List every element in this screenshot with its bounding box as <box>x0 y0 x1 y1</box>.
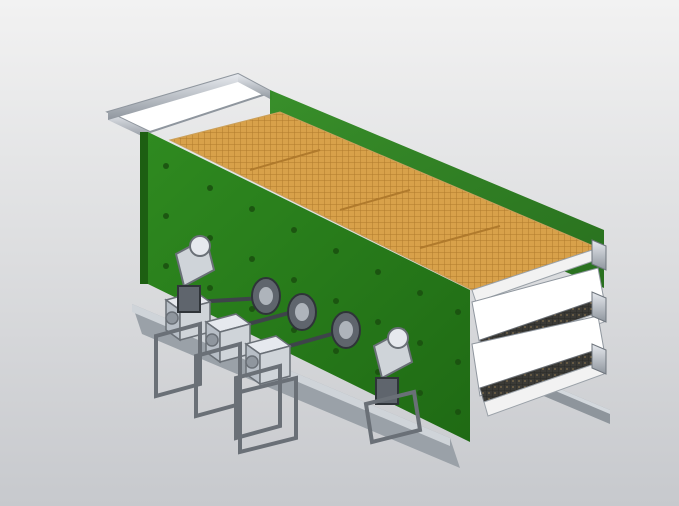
end-brackets <box>591 239 607 375</box>
cad-render-scene <box>0 0 679 506</box>
